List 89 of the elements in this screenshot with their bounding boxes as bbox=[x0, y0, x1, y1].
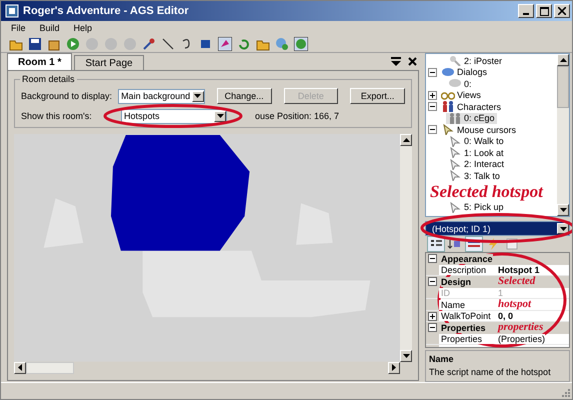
expander-icon[interactable] bbox=[428, 323, 437, 332]
tree-item[interactable]: 0: bbox=[446, 78, 474, 90]
room-hotspots-drawing[interactable] bbox=[14, 134, 400, 362]
menu-item[interactable]: Build bbox=[40, 23, 60, 33]
document-tab[interactable]: Start Page bbox=[74, 55, 144, 70]
expander-icon[interactable] bbox=[428, 254, 437, 264]
tree-item[interactable]: 3: Talk to bbox=[446, 170, 502, 182]
sort-icon[interactable] bbox=[447, 237, 463, 251]
tree-item[interactable]: Views bbox=[439, 90, 483, 101]
close-button[interactable] bbox=[554, 4, 570, 18]
menu-item[interactable]: Help bbox=[74, 23, 92, 33]
app-icon bbox=[5, 4, 19, 18]
property-name: Properties bbox=[439, 334, 495, 344]
tree-item[interactable]: 0: cEgo bbox=[446, 112, 497, 124]
arrow-left-icon bbox=[18, 364, 22, 372]
line-icon[interactable] bbox=[161, 36, 175, 50]
people-icon bbox=[441, 101, 455, 112]
people-icon bbox=[448, 112, 462, 124]
caret-icon bbox=[194, 94, 202, 98]
horizontal-scrollbar[interactable] bbox=[14, 362, 400, 374]
description-text: The script name of the hotspot bbox=[429, 367, 552, 377]
action-button[interactable]: Change... bbox=[216, 88, 272, 104]
group-title: Room details bbox=[20, 74, 77, 84]
pointer-icon bbox=[441, 124, 455, 136]
expander-icon[interactable] bbox=[428, 90, 437, 100]
background-dropdown[interactable]: Main background bbox=[118, 88, 205, 104]
tree-item[interactable]: 0: Walk to bbox=[446, 136, 506, 147]
dropdown-icon[interactable] bbox=[391, 57, 401, 66]
minimize-button[interactable] bbox=[518, 4, 534, 18]
annotation-label: properties bbox=[498, 322, 544, 334]
magnifier-icon bbox=[448, 55, 462, 66]
tree-item[interactable]: Dialogs bbox=[439, 66, 490, 78]
caret-icon bbox=[216, 114, 224, 118]
categorized-icon[interactable] bbox=[428, 237, 444, 251]
tree-item[interactable]: Characters bbox=[439, 101, 504, 112]
expander-icon[interactable] bbox=[428, 125, 437, 134]
category-label: Properties bbox=[441, 322, 486, 333]
pointer-icon bbox=[448, 136, 462, 147]
speech-bubble-icon bbox=[448, 78, 462, 90]
action-button[interactable]: Export... bbox=[350, 88, 405, 104]
arrow-down-icon bbox=[402, 354, 410, 358]
mouse-position: ouse Position: 166, 7 bbox=[255, 111, 340, 121]
annotation-label: Selected hotspot bbox=[430, 182, 543, 201]
tree-item[interactable]: 5: Pick up bbox=[446, 202, 506, 213]
category-label: Appearance bbox=[441, 254, 493, 264]
expander-icon[interactable] bbox=[428, 68, 437, 77]
caret-icon bbox=[560, 226, 566, 230]
arrow-right-icon bbox=[392, 364, 396, 372]
window-title: Roger's Adventure - AGS Editor bbox=[23, 5, 189, 17]
arrow-up-icon bbox=[560, 58, 566, 62]
speech-bubble-icon bbox=[441, 66, 455, 78]
menu-item[interactable]: File bbox=[11, 23, 26, 33]
layer-dropdown[interactable]: Hotspots bbox=[121, 108, 227, 124]
scroll-thumb[interactable] bbox=[26, 362, 74, 374]
arrow-up-icon bbox=[402, 138, 410, 142]
category-label: Design bbox=[441, 276, 472, 287]
annotation-label: Selected bbox=[498, 276, 536, 288]
description-title: Name bbox=[429, 354, 455, 364]
vertical-scrollbar[interactable] bbox=[400, 134, 412, 362]
annotation-label: hotspot bbox=[498, 299, 532, 310]
document-tab[interactable]: Room 1 * bbox=[7, 53, 72, 70]
tree-scrollbar[interactable] bbox=[557, 54, 569, 216]
tree-item[interactable]: 1: Look at bbox=[446, 147, 506, 158]
tree-item[interactable]: 2: iPoster bbox=[446, 55, 504, 66]
save-icon[interactable] bbox=[28, 36, 42, 50]
close-icon[interactable] bbox=[408, 57, 417, 66]
play-icon[interactable] bbox=[66, 36, 80, 50]
eyedropper-icon[interactable] bbox=[142, 36, 156, 50]
tree-item[interactable]: Mouse cursors bbox=[439, 124, 518, 136]
close-icon bbox=[558, 7, 566, 15]
tree-item[interactable]: 2: Interact bbox=[446, 158, 506, 170]
property-value[interactable]: 0, 0 bbox=[495, 311, 514, 322]
pointer-icon bbox=[448, 158, 462, 170]
object-dropdown[interactable]: (Hotspot; ID 1) bbox=[425, 221, 570, 236]
circle-icon[interactable] bbox=[294, 36, 308, 50]
glasses-icon bbox=[441, 90, 455, 101]
field-label: Show this room's: bbox=[21, 111, 93, 121]
maximize-icon bbox=[540, 6, 548, 16]
field-label: Background to display: bbox=[21, 91, 112, 101]
expander-icon[interactable] bbox=[428, 312, 437, 321]
arrow-down-icon bbox=[560, 208, 566, 212]
pointer-icon bbox=[448, 170, 462, 182]
pointer-icon bbox=[448, 147, 462, 158]
maximize-button[interactable] bbox=[536, 4, 552, 18]
pointer-icon bbox=[448, 202, 462, 213]
expander-icon[interactable] bbox=[428, 277, 437, 286]
scroll-thumb[interactable] bbox=[557, 66, 569, 108]
resize-grip-icon[interactable] bbox=[560, 387, 570, 397]
expander-icon[interactable] bbox=[428, 102, 437, 112]
